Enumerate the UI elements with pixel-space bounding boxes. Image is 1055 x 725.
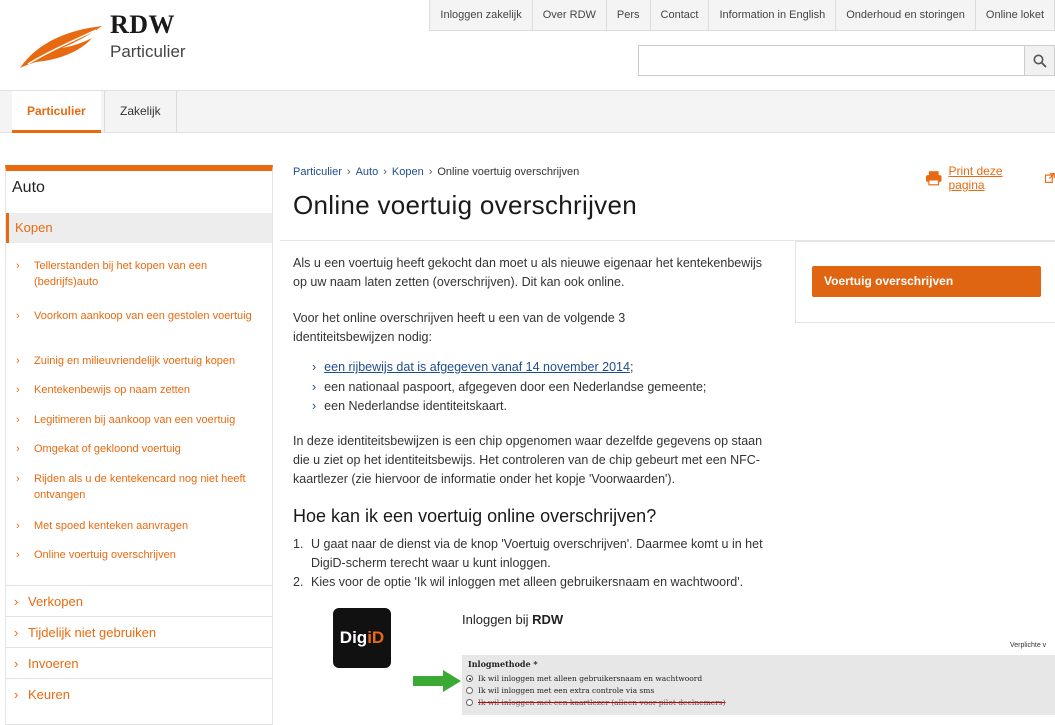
- top-link-contact[interactable]: Contact: [651, 0, 710, 30]
- chevron-right-icon: ›: [16, 310, 20, 322]
- step-item: 1. U gaat naar de dienst via de knop 'Voe…: [293, 537, 763, 570]
- top-link-onderhoud[interactable]: Onderhoud en storingen: [836, 0, 976, 30]
- chevron-right-icon: ›: [312, 399, 317, 413]
- chevron-right-icon: ›: [16, 520, 20, 532]
- brand-name[interactable]: RDW: [110, 10, 175, 40]
- breadcrumb-kopen[interactable]: Kopen: [392, 166, 424, 178]
- sidebar-item-online-overschrijven[interactable]: › Online voertuig overschrijven: [16, 547, 262, 563]
- external-link-icon: [1045, 173, 1055, 183]
- sidebar-item-legitimeren[interactable]: › Legitimeren bij aankoop van een voertui…: [16, 412, 262, 428]
- green-arrow-icon: [413, 670, 461, 697]
- sidebar-item-kentekencard[interactable]: › Rijden als u de kentekencard nog niet h…: [16, 471, 262, 503]
- radio-selected[interactable]: [466, 675, 473, 682]
- print-link[interactable]: Print deze pagina: [925, 164, 1055, 192]
- radio[interactable]: [466, 687, 473, 694]
- sidebar-item-verkopen[interactable]: › Verkopen: [6, 585, 272, 616]
- sidebar-item-tellerstanden[interactable]: › Tellerstanden bij het kopen van een (be…: [16, 258, 262, 290]
- sidebar-item-invoeren[interactable]: › Invoeren: [6, 647, 272, 678]
- breadcrumb-auto[interactable]: Auto: [356, 166, 379, 178]
- breadcrumb: Particulier › Auto › Kopen › Online voertuig o…: [293, 166, 580, 178]
- sidebar-item-zuinig[interactable]: › Zuinig en milieuvriendelijk voertuig ko…: [16, 353, 262, 369]
- section-heading: Hoe kan ik een voertuig online overschri…: [293, 506, 657, 526]
- login-method-title: Inlogmethode *: [468, 659, 538, 669]
- login-option-cardreader[interactable]: Ik wil inloggen met een kaartlezer (alle…: [466, 698, 726, 707]
- sidebar-item-tijdelijk[interactable]: › Tijdelijk niet gebruiken: [6, 616, 272, 647]
- login-method-box: Inlogmethode * Ik wil inloggen met allee…: [462, 655, 1055, 715]
- printer-icon: [925, 171, 942, 186]
- main-navigation: Particulier Zakelijk: [0, 90, 1055, 133]
- tab-zakelijk[interactable]: Zakelijk: [104, 91, 177, 132]
- breadcrumb-particulier[interactable]: Particulier: [293, 166, 342, 178]
- chevron-right-icon: ›: [16, 473, 20, 485]
- chevron-right-icon: ›: [16, 384, 20, 396]
- id-paragraph: Voor het online overschrijven heeft u ee…: [293, 311, 626, 344]
- sidebar: Auto Kopen › Tellerstanden bij het kopen …: [5, 165, 273, 725]
- chevron-right-icon: ›: [312, 380, 317, 394]
- sidebar-item-keuren[interactable]: › Keuren: [6, 678, 272, 709]
- search-icon: [1033, 54, 1047, 68]
- chevron-right-icon: ›: [16, 355, 20, 367]
- chevron-right-icon: ›: [16, 443, 20, 455]
- voertuig-overschrijven-button[interactable]: Voertuig overschrijven: [812, 266, 1041, 297]
- intro-paragraph: Als u een voertuig heeft gekocht dan moe…: [293, 256, 763, 289]
- login-option-sms[interactable]: Ik wil inloggen met een extra controle v…: [466, 686, 654, 695]
- top-link-online-loket[interactable]: Online loket: [976, 0, 1055, 30]
- sidebar-title: Auto: [12, 179, 45, 196]
- required-note: Verplichte v: [1010, 642, 1047, 649]
- top-link-over-rdw[interactable]: Over RDW: [533, 0, 607, 30]
- chevron-right-icon: ›: [14, 687, 19, 702]
- top-navigation: Inloggen zakelijk Over RDW Pers Contact …: [429, 0, 1055, 31]
- login-heading: Inloggen bij RDW: [462, 612, 564, 627]
- sidebar-item-spoed[interactable]: › Met spoed kenteken aanvragen: [16, 518, 262, 534]
- top-link-english[interactable]: Information in English: [709, 0, 837, 30]
- chip-paragraph: In deze identiteitsbewijzen is een chip …: [293, 434, 763, 486]
- tab-particulier[interactable]: Particulier: [12, 91, 101, 133]
- list-item: › een nationaal paspoort, afgegeven door …: [312, 380, 707, 394]
- rdw-logo-icon[interactable]: [18, 22, 104, 74]
- login-option-password[interactable]: Ik wil inloggen met alleen gebruikersnaa…: [466, 674, 702, 683]
- top-link-inloggen-zakelijk[interactable]: Inloggen zakelijk: [430, 0, 533, 30]
- sidebar-item-omgekat[interactable]: › Omgekat of gekloond voertuig: [16, 441, 262, 457]
- chevron-right-icon: ›: [312, 360, 317, 374]
- brand-sub: Particulier: [110, 42, 186, 61]
- print-label: Print deze pagina: [948, 164, 1003, 192]
- sidebar-item-gestolen[interactable]: › Voorkom aankoop van een gestolen voertu…: [16, 308, 262, 324]
- page-title: Online voertuig overschrijven: [293, 190, 637, 220]
- sidebar-category-kopen[interactable]: Kopen: [6, 213, 272, 243]
- top-link-pers[interactable]: Pers: [607, 0, 651, 30]
- search-button[interactable]: [1024, 45, 1055, 76]
- list-item: › een rijbewijs dat is afgegeven vanaf 14…: [312, 360, 634, 374]
- chevron-right-icon: ›: [16, 260, 20, 272]
- digid-logo: Dig iD: [333, 608, 391, 668]
- chevron-right-icon: ›: [14, 594, 19, 609]
- chevron-right-icon: ›: [14, 656, 19, 671]
- step-item: 2. Kies voor de optie 'Ik wil inloggen me…: [293, 575, 744, 589]
- breadcrumb-current: Online voertuig overschrijven: [437, 166, 580, 178]
- rijbewijs-link[interactable]: een rijbewijs dat is afgegeven vanaf 14 …: [324, 360, 630, 374]
- search-input[interactable]: [638, 45, 1055, 76]
- list-item: › een Nederlandse identiteitskaart.: [312, 399, 507, 413]
- radio[interactable]: [466, 699, 473, 706]
- sidebar-item-kentekenbewijs[interactable]: › Kentekenbewijs op naam zetten: [16, 382, 262, 398]
- chevron-right-icon: ›: [16, 549, 20, 561]
- chevron-right-icon: ›: [16, 414, 20, 426]
- chevron-right-icon: ›: [14, 625, 19, 640]
